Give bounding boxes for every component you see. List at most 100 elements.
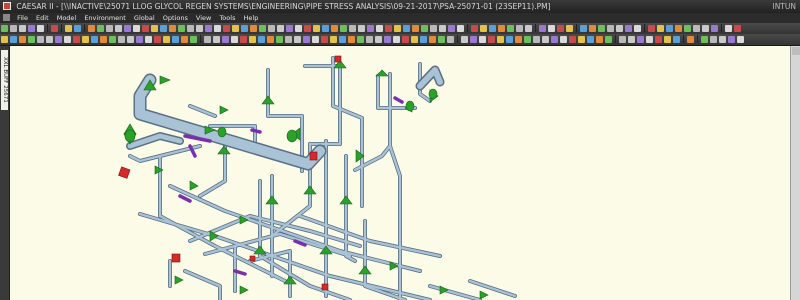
toolbar-button-icon[interactable] (124, 25, 131, 32)
toolbar-button-icon[interactable] (711, 25, 718, 32)
toolbar-button-icon[interactable] (488, 36, 495, 43)
side-tab-label[interactable]: XXL BUFF 25671 (1, 50, 8, 110)
toolbar-button-icon[interactable] (37, 36, 44, 43)
toolbar-button-icon[interactable] (702, 25, 709, 32)
toolbar-button-icon[interactable] (37, 25, 44, 32)
toolbar-button-icon[interactable] (376, 25, 383, 32)
toolbar-button-icon[interactable] (55, 36, 62, 43)
toolbar-button-icon[interactable] (109, 36, 116, 43)
toolbar-button-icon[interactable] (286, 25, 293, 32)
toolbar-button-icon[interactable] (430, 25, 437, 32)
toolbar-button-icon[interactable] (223, 25, 230, 32)
toolbar-button-icon[interactable] (634, 25, 641, 32)
toolbar-button-icon[interactable] (578, 36, 585, 43)
toolbar-button-icon[interactable] (580, 25, 587, 32)
toolbar-button-icon[interactable] (516, 25, 523, 32)
toolbar-button-icon[interactable] (607, 25, 614, 32)
toolbar-button-icon[interactable] (480, 25, 487, 32)
toolbar-button-icon[interactable] (106, 25, 113, 32)
toolbar-button-icon[interactable] (429, 36, 436, 43)
toolbar-button-icon[interactable] (339, 36, 346, 43)
toolbar-button-icon[interactable] (205, 25, 212, 32)
toolbar-button-icon[interactable] (357, 36, 364, 43)
toolbar-button-icon[interactable] (646, 36, 653, 43)
piping-model-view[interactable] (10, 46, 790, 300)
toolbar-button-icon[interactable] (566, 25, 573, 32)
toolbar-button-icon[interactable] (524, 36, 531, 43)
toolbar-button-icon[interactable] (73, 36, 80, 43)
toolbar-button-icon[interactable] (187, 25, 194, 32)
toolbar-button-icon[interactable] (385, 25, 392, 32)
toolbar-button-icon[interactable] (277, 25, 284, 32)
toolbar-button-icon[interactable] (196, 25, 203, 32)
toolbar-button-icon[interactable] (304, 25, 311, 32)
system-menu-icon[interactable] (3, 14, 10, 21)
toolbar-button-icon[interactable] (507, 25, 514, 32)
toolbar-button-icon[interactable] (687, 36, 694, 43)
toolbar-button-icon[interactable] (160, 25, 167, 32)
toolbar-button-icon[interactable] (331, 25, 338, 32)
toolbar-button-icon[interactable] (498, 25, 505, 32)
toolbar-button-icon[interactable] (628, 36, 635, 43)
toolbar-button-icon[interactable] (222, 36, 229, 43)
toolbar-button-icon[interactable] (589, 25, 596, 32)
menu-model[interactable]: Model (54, 13, 80, 23)
toolbar-button-icon[interactable] (438, 36, 445, 43)
model-canvas[interactable] (10, 46, 790, 300)
toolbar-button-icon[interactable] (506, 36, 513, 43)
toolbar-button-icon[interactable] (312, 36, 319, 43)
toolbar-button-icon[interactable] (693, 25, 700, 32)
toolbar-button-icon[interactable] (664, 36, 671, 43)
toolbar-button-icon[interactable] (295, 25, 302, 32)
toolbar-button-icon[interactable] (285, 36, 292, 43)
toolbar-button-icon[interactable] (421, 25, 428, 32)
toolbar-button-icon[interactable] (673, 36, 680, 43)
menu-global[interactable]: Global (131, 13, 158, 23)
toolbar-button-icon[interactable] (710, 36, 717, 43)
toolbar-button-icon[interactable] (596, 36, 603, 43)
toolbar-button-icon[interactable] (204, 36, 211, 43)
toolbar-button-icon[interactable] (605, 36, 612, 43)
toolbar-button-icon[interactable] (648, 25, 655, 32)
toolbar-button-icon[interactable] (100, 36, 107, 43)
toolbar-button-icon[interactable] (616, 25, 623, 32)
toolbar-button-icon[interactable] (276, 36, 283, 43)
toolbar-button-icon[interactable] (145, 36, 152, 43)
toolbar-button-icon[interactable] (366, 36, 373, 43)
toolbar-button-icon[interactable] (241, 25, 248, 32)
toolbar-button-icon[interactable] (384, 36, 391, 43)
toolbar-button-icon[interactable] (19, 36, 26, 43)
toolbar-button-icon[interactable] (349, 25, 356, 32)
toolbar-button-icon[interactable] (1, 25, 8, 32)
toolbar-button-icon[interactable] (402, 36, 409, 43)
toolbar-button-icon[interactable] (259, 25, 266, 32)
toolbar-button-icon[interactable] (249, 36, 256, 43)
toolbar-button-icon[interactable] (457, 25, 464, 32)
toolbar-button-icon[interactable] (340, 25, 347, 32)
toolbar-button-icon[interactable] (367, 25, 374, 32)
menu-environment[interactable]: Environment (81, 13, 129, 23)
toolbar-button-icon[interactable] (525, 25, 532, 32)
toolbar-button-icon[interactable] (1, 36, 8, 43)
toolbar-button-icon[interactable] (348, 36, 355, 43)
toolbar-button-icon[interactable] (684, 25, 691, 32)
toolbar-button-icon[interactable] (439, 25, 446, 32)
toolbar-button-icon[interactable] (542, 36, 549, 43)
toolbar-button-icon[interactable] (321, 36, 328, 43)
toolbar-button-icon[interactable] (533, 36, 540, 43)
toolbar-button-icon[interactable] (569, 36, 576, 43)
toolbar-button-icon[interactable] (619, 36, 626, 43)
toolbar-button-icon[interactable] (190, 36, 197, 43)
menu-file[interactable]: File (14, 13, 31, 23)
toolbar-button-icon[interactable] (268, 25, 275, 32)
toolbar-button-icon[interactable] (461, 36, 468, 43)
toolbar-button-icon[interactable] (420, 36, 427, 43)
toolbar-button-icon[interactable] (294, 36, 301, 43)
toolbar-button-icon[interactable] (28, 25, 35, 32)
toolbar-button-icon[interactable] (64, 36, 71, 43)
toolbar-button-icon[interactable] (74, 25, 81, 32)
toolbar-button-icon[interactable] (719, 36, 726, 43)
toolbar-button-icon[interactable] (10, 36, 17, 43)
toolbar-button-icon[interactable] (169, 25, 176, 32)
vertical-scrollbar[interactable] (790, 46, 800, 300)
